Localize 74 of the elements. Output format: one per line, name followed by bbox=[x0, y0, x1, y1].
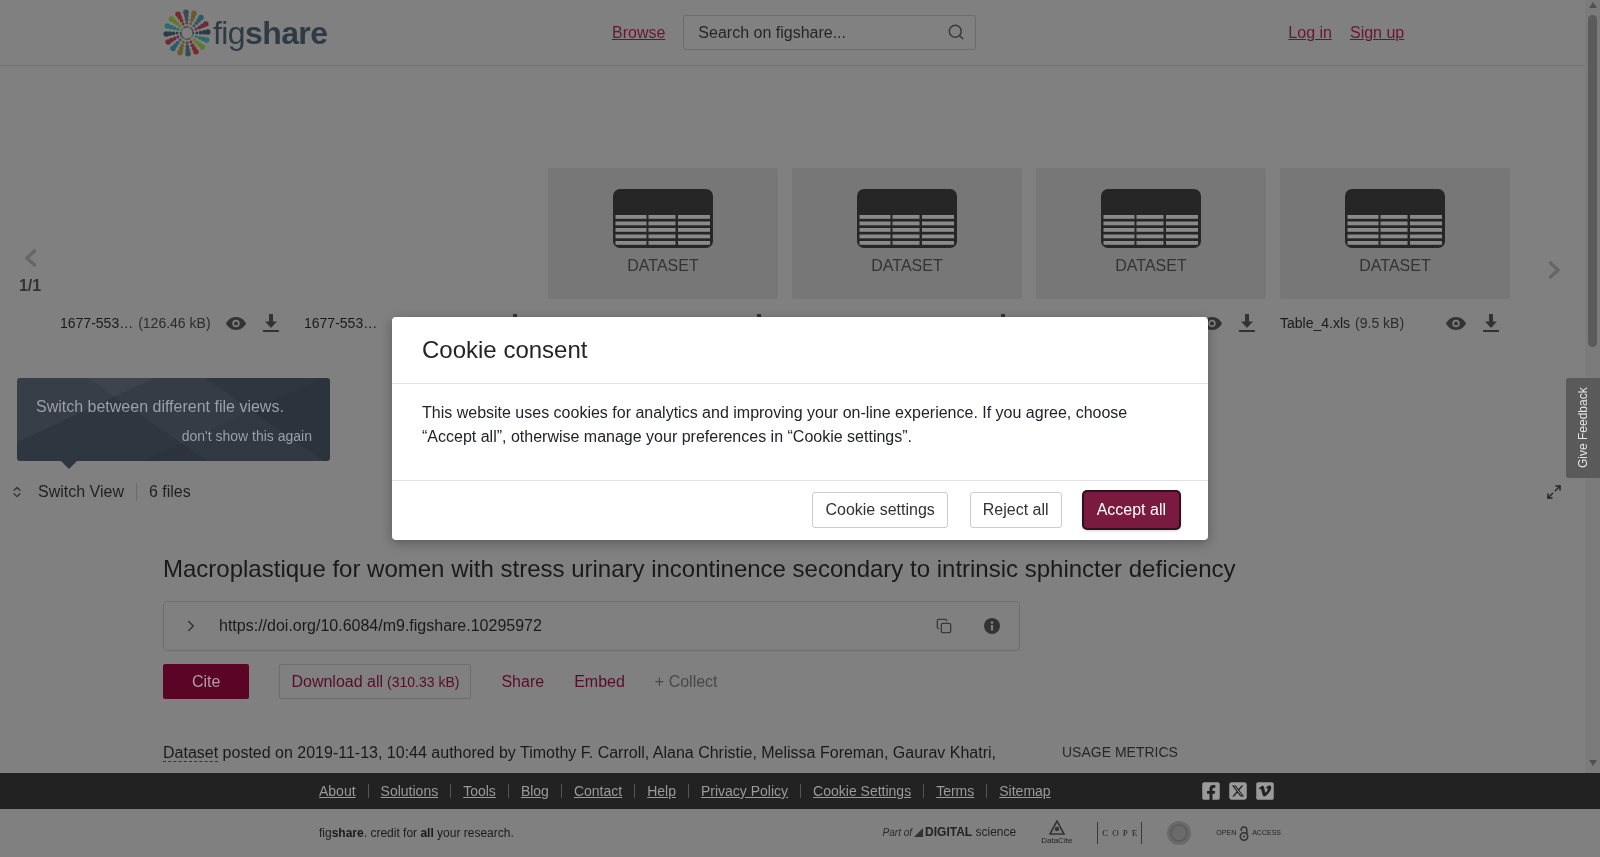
download-icon[interactable] bbox=[1239, 314, 1255, 332]
search-field[interactable]: Search on figshare... bbox=[683, 15, 977, 50]
cite-button[interactable]: Cite bbox=[163, 664, 250, 699]
dialog-text: This website uses cookies for analytics and improving your on-line experience. If you agree, choose “Accept all”, otherwise manage your preferences in “Cookie settings”. bbox=[392, 384, 1208, 481]
dialog-title: Cookie consent bbox=[422, 336, 588, 364]
copy-icon[interactable] bbox=[936, 618, 952, 634]
info-icon[interactable] bbox=[984, 618, 1000, 634]
table-icon bbox=[1101, 189, 1201, 248]
partner-logo-text: DIGITAL science bbox=[925, 826, 1017, 840]
login-link[interactable]: Log in bbox=[1288, 23, 1332, 42]
expand-icon[interactable] bbox=[1546, 484, 1562, 500]
footer-tagline: figshare. credit for all your research. bbox=[319, 826, 514, 840]
table-icon bbox=[613, 189, 713, 248]
spiral-logo-icon[interactable] bbox=[163, 8, 211, 57]
file-thumbnail[interactable]: DATASET bbox=[1280, 168, 1510, 299]
dialog-button[interactable]: Cookie settings bbox=[812, 492, 948, 528]
file-count: 6 files bbox=[148, 483, 191, 501]
doi-text: https://doi.org/10.6084/m9.figshare.10295972 bbox=[219, 617, 542, 635]
footer-link[interactable]: Help bbox=[647, 783, 676, 799]
switch-view-button[interactable]: Switch View bbox=[38, 483, 124, 501]
footer-link[interactable]: Terms bbox=[936, 783, 975, 799]
browse-link[interactable]: Browse bbox=[612, 23, 666, 42]
download-all-button[interactable]: Download all (310.33 kB) bbox=[279, 664, 472, 699]
footer-link[interactable]: Privacy Policy bbox=[700, 783, 789, 799]
action-link[interactable]: Share bbox=[501, 664, 545, 699]
feedback-tab[interactable]: Give Feedback bbox=[1566, 378, 1600, 478]
footer-link[interactable]: Cookie Settings bbox=[813, 783, 912, 799]
download-icon[interactable] bbox=[263, 314, 279, 332]
file-size: (126.46 kB) bbox=[138, 315, 211, 331]
footer-link[interactable]: Blog bbox=[520, 783, 549, 799]
tooltip-text: Switch between different file views. bbox=[36, 397, 285, 416]
metadata-text: Dataset posted on 2019-11-13, 10:44 authored by Timothy F. Carroll, Alana Christie, Melissa Foreman, Gaurav Khatri, bbox=[163, 743, 998, 764]
round-badge-icon bbox=[1167, 821, 1192, 845]
thumbnail-label: DATASET bbox=[627, 256, 699, 275]
logo-wordmark[interactable]: figshare bbox=[213, 16, 328, 49]
scroll-down-icon[interactable] bbox=[1588, 760, 1597, 766]
thumbnail-label: DATASET bbox=[1359, 256, 1431, 275]
dialog-button[interactable]: Reject all bbox=[969, 492, 1062, 528]
file-thumbnail[interactable]: DATASET bbox=[1036, 168, 1266, 299]
vimeo-icon[interactable] bbox=[1255, 781, 1275, 801]
file-thumbnail[interactable]: DATASET bbox=[792, 168, 1022, 299]
item-type-link[interactable]: Dataset bbox=[163, 744, 219, 762]
section-heading: USAGE METRICS bbox=[1062, 743, 1178, 762]
open-padlock-icon bbox=[1238, 825, 1251, 841]
partner-logo-text: COPE bbox=[1097, 822, 1143, 844]
table-icon bbox=[857, 189, 957, 248]
footer-link[interactable]: Sitemap bbox=[999, 783, 1051, 799]
search-icon[interactable] bbox=[947, 23, 966, 41]
file-name: 1677-553… bbox=[304, 315, 378, 331]
partner-caption: Part of bbox=[882, 827, 913, 839]
partner-logo-text: DataCite bbox=[1041, 836, 1073, 846]
file-size: (9.5 kB) bbox=[1355, 315, 1405, 331]
thumbnail-label: DATASET bbox=[871, 256, 943, 275]
footer-link[interactable]: Tools bbox=[463, 783, 496, 799]
triangle-icon bbox=[914, 828, 924, 838]
page-indicator: 1/1 bbox=[18, 276, 42, 296]
file-name: 1677-553… bbox=[60, 315, 134, 331]
x-logo-icon[interactable] bbox=[1228, 781, 1248, 801]
article-title: Macroplastique for women with stress urinary incontinence secondary to intrinsic sphincter deficiency bbox=[163, 554, 1236, 584]
facebook-icon[interactable] bbox=[1201, 781, 1221, 801]
scrollbar-thumb[interactable] bbox=[1588, 15, 1597, 347]
footer-link[interactable]: Contact bbox=[573, 783, 623, 799]
action-link[interactable]: Embed bbox=[574, 664, 625, 699]
file-thumbnail[interactable]: DATASET bbox=[548, 168, 778, 299]
table-icon bbox=[1345, 189, 1445, 248]
scroll-up-icon[interactable] bbox=[1588, 2, 1597, 8]
footer-link[interactable]: Solutions bbox=[380, 783, 439, 799]
signup-link[interactable]: Sign up bbox=[1349, 23, 1405, 42]
footer-link[interactable]: About bbox=[319, 783, 356, 799]
download-icon[interactable] bbox=[1483, 314, 1499, 332]
thumbnail-label: DATASET bbox=[1115, 256, 1187, 275]
file-name: Table_4.xls bbox=[1280, 315, 1351, 331]
dismiss-link[interactable]: don't show this again bbox=[181, 428, 312, 445]
accept-button[interactable]: Accept all bbox=[1083, 492, 1179, 528]
